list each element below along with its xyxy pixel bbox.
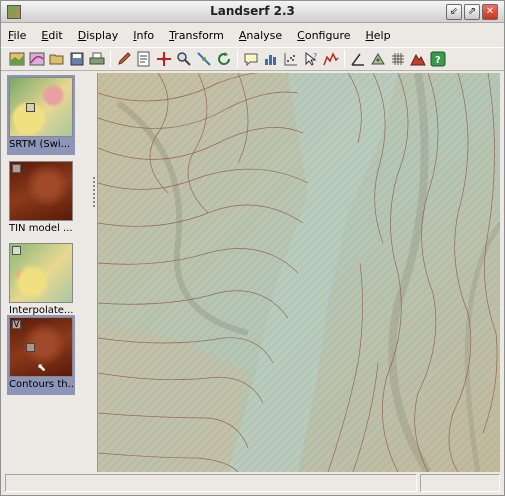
svg-text:?: ? xyxy=(435,55,441,66)
visibility-checkbox[interactable] xyxy=(12,164,21,173)
save-icon[interactable] xyxy=(69,51,85,67)
menu-help[interactable]: Help xyxy=(366,29,391,42)
toolbar-separator xyxy=(344,50,345,68)
bar-chart-icon[interactable] xyxy=(263,51,279,67)
relief-icon[interactable] xyxy=(410,51,426,67)
menu-file[interactable]: File xyxy=(8,29,26,42)
visibility-checkbox[interactable] xyxy=(12,246,21,255)
map-canvas[interactable] xyxy=(97,73,500,472)
thumbnail-interpolated[interactable]: Interpolate... xyxy=(7,241,75,321)
visibility-checkbox[interactable]: V xyxy=(12,320,21,329)
pan-icon[interactable] xyxy=(156,51,172,67)
maximize-button[interactable]: ⇗ xyxy=(464,4,480,20)
triangulate-icon[interactable] xyxy=(370,51,386,67)
menu-bar: File Edit Display Info Transform Analyse… xyxy=(1,24,504,46)
scatter-icon[interactable] xyxy=(283,51,299,67)
minimize-button[interactable]: ⇙ xyxy=(446,4,462,20)
menu-configure[interactable]: Configure xyxy=(297,29,350,42)
thumbnail-panel: SRTM (Swi... TIN model ... Interpolate..… xyxy=(5,73,77,468)
vector-icon[interactable] xyxy=(29,51,45,67)
help-icon[interactable]: ? xyxy=(430,51,446,67)
toolbar-separator xyxy=(237,50,238,68)
thumbnail-tin-model[interactable]: TIN model ... xyxy=(7,159,75,239)
menu-edit[interactable]: Edit xyxy=(41,29,62,42)
close-button[interactable]: ✕ xyxy=(482,4,498,20)
terrain-map xyxy=(98,73,500,472)
edit-attributes-icon[interactable] xyxy=(136,51,152,67)
thumbnail-label: SRTM (Swi... xyxy=(9,139,71,150)
thumbnail-label: TIN model ... xyxy=(9,223,73,234)
open-folder-icon[interactable] xyxy=(49,51,65,67)
grid-icon[interactable] xyxy=(390,51,406,67)
query-icon[interactable] xyxy=(196,51,212,67)
annotate-icon[interactable] xyxy=(243,51,259,67)
title-bar[interactable]: Landserf 2.3 ⇙ ⇗ ✕ xyxy=(1,1,504,23)
menu-info[interactable]: Info xyxy=(133,29,154,42)
app-window: Landserf 2.3 ⇙ ⇗ ✕ File Edit Display Inf… xyxy=(0,0,505,496)
selection-marker xyxy=(26,103,35,112)
refresh-icon[interactable] xyxy=(216,51,232,67)
svg-text:?: ? xyxy=(313,52,317,61)
thumbnail-image xyxy=(9,77,73,137)
print-icon[interactable] xyxy=(89,51,105,67)
window-title: Landserf 2.3 xyxy=(210,4,295,18)
mouse-cursor-icon: ⬉ xyxy=(37,361,47,374)
pencil-icon[interactable] xyxy=(116,51,132,67)
toolbar-separator xyxy=(110,50,111,68)
status-field-main xyxy=(5,474,417,492)
thumbnail-label: Contours th... xyxy=(9,379,75,390)
status-field-secondary xyxy=(420,474,500,492)
thumbnail-srtm[interactable]: SRTM (Swi... xyxy=(7,75,75,155)
profile-icon[interactable] xyxy=(323,51,339,67)
angle-icon[interactable] xyxy=(350,51,366,67)
menu-transform[interactable]: Transform xyxy=(169,29,224,42)
menu-display[interactable]: Display xyxy=(78,29,119,42)
splitter-handle[interactable] xyxy=(93,177,95,207)
query-point-icon[interactable]: ? xyxy=(303,51,319,67)
raster-icon[interactable] xyxy=(9,51,25,67)
selection-marker xyxy=(26,343,35,352)
menu-analyse[interactable]: Analyse xyxy=(239,29,282,42)
thumbnail-contours[interactable]: V ⬉ Contours th... xyxy=(7,315,75,395)
status-bar xyxy=(5,474,500,492)
zoom-icon[interactable] xyxy=(176,51,192,67)
toolbar: ? ? xyxy=(1,47,504,71)
